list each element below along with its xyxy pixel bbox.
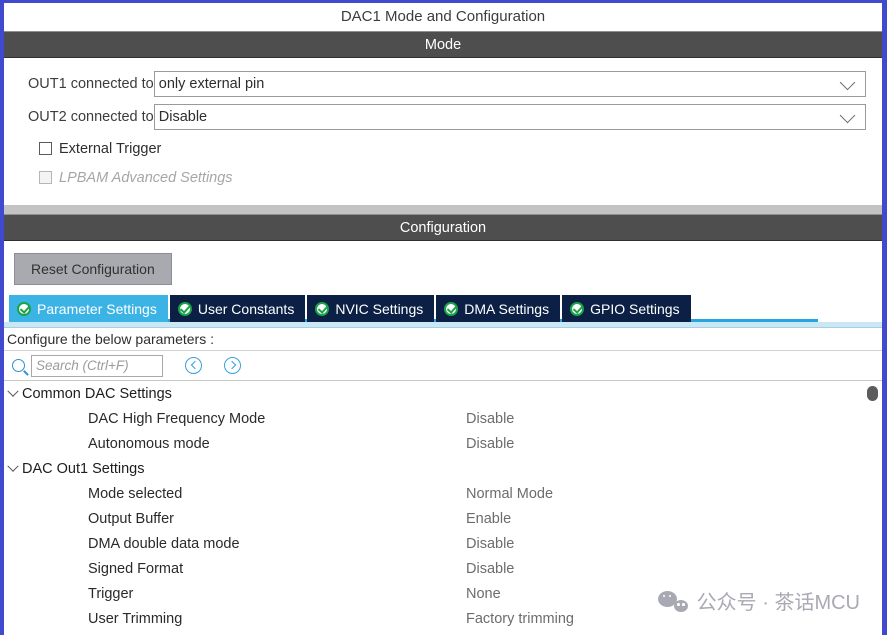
mode-section-body: OUT1 connected to only external pin OUT2… <box>4 58 882 204</box>
lpbam-advanced-settings-label: LPBAM Advanced Settings <box>59 169 233 186</box>
checkbox-icon-lpbam-advanced-settings <box>39 171 52 184</box>
check-circle-icon <box>315 301 330 316</box>
out1-label: OUT1 connected to <box>28 75 154 92</box>
check-circle-icon <box>177 301 192 316</box>
tree-row[interactable]: User Trimming Factory trimming <box>4 606 882 631</box>
chevron-down-icon <box>839 107 856 123</box>
tab-parameter-settings[interactable]: Parameter Settings <box>9 295 168 322</box>
chevron-down-icon <box>839 74 856 90</box>
out2-label: OUT2 connected to <box>28 108 154 125</box>
param-value: Disable <box>466 560 515 577</box>
param-label: Output Buffer <box>88 510 174 527</box>
section-divider <box>4 204 882 214</box>
external-trigger-row[interactable]: External Trigger <box>4 134 882 163</box>
param-label: User Trimming <box>88 610 183 627</box>
tab-label: Parameter Settings <box>37 300 157 317</box>
tab-label: User Constants <box>197 300 295 317</box>
vertical-scrollbar-thumb[interactable] <box>867 386 878 401</box>
param-value: Enable <box>466 510 512 527</box>
param-label: Trigger <box>88 585 134 602</box>
previous-match-icon[interactable] <box>185 357 202 374</box>
chevron-down-icon[interactable] <box>4 460 22 473</box>
tree-group-dac-out1-settings[interactable]: DAC Out1 Settings <box>4 456 882 481</box>
configure-parameters-label: Configure the below parameters : <box>7 331 214 347</box>
param-label: Mode selected <box>88 485 183 502</box>
external-trigger-label: External Trigger <box>59 140 162 157</box>
page-title: DAC1 Mode and Configuration <box>4 3 882 31</box>
tab-nvic-settings[interactable]: NVIC Settings <box>307 295 435 322</box>
search-bar <box>4 350 882 380</box>
param-label: Signed Format <box>88 560 184 577</box>
mode-section-header: Mode <box>4 31 882 58</box>
param-label: DMA double data mode <box>88 535 240 552</box>
out2-select[interactable]: Disable <box>153 103 866 130</box>
param-value: Factory trimming <box>466 610 574 627</box>
tree-row[interactable]: Autonomous mode Disable <box>4 431 882 456</box>
reset-configuration-button[interactable]: Reset Configuration <box>14 253 172 285</box>
tree-row[interactable]: Trigger None <box>4 581 882 606</box>
check-circle-icon <box>570 301 585 316</box>
tree-group-label: Common DAC Settings <box>22 385 172 402</box>
search-icon <box>12 359 25 372</box>
check-circle-icon <box>444 301 459 316</box>
reset-button-wrap: Reset Configuration <box>4 241 882 295</box>
tree-group-common-dac-settings[interactable]: Common DAC Settings <box>4 381 882 406</box>
param-value: None <box>466 585 501 602</box>
search-input[interactable] <box>31 354 163 377</box>
param-value: Normal Mode <box>466 485 554 502</box>
check-circle-icon <box>17 301 31 316</box>
tree-row[interactable]: Output Buffer Enable <box>4 506 882 531</box>
next-match-icon[interactable] <box>224 357 241 374</box>
out1-select[interactable]: only external pin <box>153 70 866 97</box>
param-value: Disable <box>466 435 515 452</box>
parameter-tree: Common DAC Settings DAC High Frequency M… <box>4 380 882 635</box>
tab-gpio-settings[interactable]: GPIO Settings <box>562 295 691 322</box>
tree-row[interactable]: DAC High Frequency Mode Disable <box>4 406 882 431</box>
out1-row: OUT1 connected to only external pin <box>4 68 882 99</box>
tree-row[interactable]: Signed Format Disable <box>4 556 882 581</box>
out1-select-value: only external pin <box>158 75 265 92</box>
param-label: Autonomous mode <box>88 435 210 452</box>
checkbox-icon-external-trigger[interactable] <box>39 142 52 155</box>
tree-row[interactable]: Mode selected Normal Mode <box>4 481 882 506</box>
dac-configuration-panel: DAC1 Mode and Configuration Mode OUT1 co… <box>0 0 887 635</box>
tab-user-constants[interactable]: User Constants <box>169 295 306 322</box>
param-label: DAC High Frequency Mode <box>88 410 266 427</box>
param-value: Disable <box>466 410 515 427</box>
tree-group-label: DAC Out1 Settings <box>22 460 145 477</box>
lpbam-advanced-settings-row: LPBAM Advanced Settings <box>4 163 882 192</box>
out2-select-value: Disable <box>158 108 208 125</box>
tab-bar: Parameter Settings User Constants NVIC S… <box>4 295 882 322</box>
out2-row: OUT2 connected to Disable <box>4 101 882 132</box>
tab-label: DMA Settings <box>464 300 550 317</box>
tab-label: GPIO Settings <box>590 300 680 317</box>
configuration-section-body: Reset Configuration Parameter Settings U… <box>4 241 882 635</box>
tab-label: NVIC Settings <box>335 300 424 317</box>
configuration-section-header: Configuration <box>4 214 882 241</box>
chevron-down-icon[interactable] <box>4 385 22 398</box>
tab-dma-settings[interactable]: DMA Settings <box>436 295 561 322</box>
tree-row[interactable]: DMA double data mode Disable <box>4 531 882 556</box>
param-value: Disable <box>466 535 515 552</box>
